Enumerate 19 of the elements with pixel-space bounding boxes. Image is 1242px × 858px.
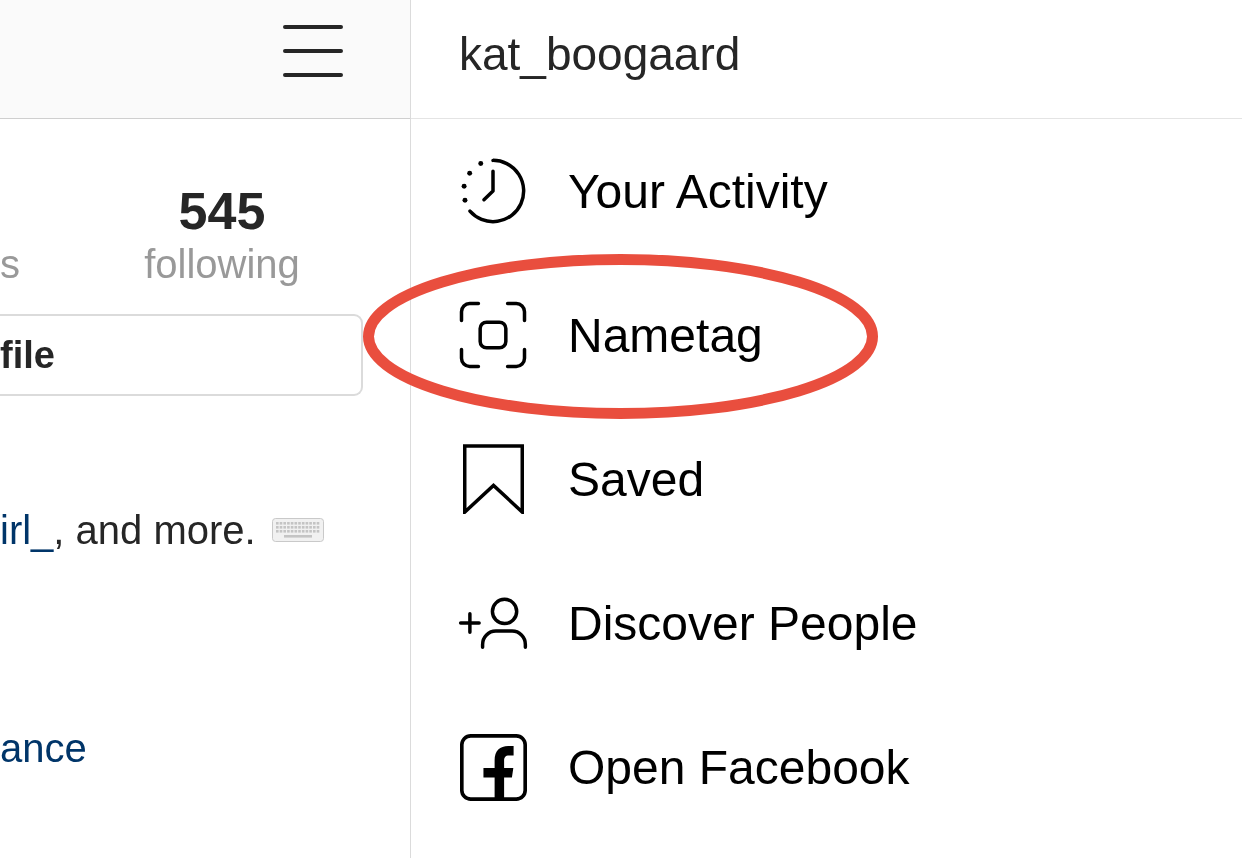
menu-item[interactable]: Your Activity bbox=[411, 119, 1242, 263]
mention-link[interactable]: irl_ bbox=[0, 508, 54, 552]
stat-label: following bbox=[144, 241, 300, 287]
menu-item[interactable]: Open Facebook bbox=[411, 695, 1242, 839]
profile-button[interactable]: file bbox=[0, 314, 363, 396]
menu-item[interactable]: Discover People bbox=[411, 551, 1242, 695]
menu-item[interactable]: Nametag bbox=[411, 263, 1242, 407]
bio-text: irl_, and more. bbox=[0, 506, 324, 554]
menu-item[interactable]: Saved bbox=[411, 407, 1242, 551]
stat-label: s bbox=[0, 241, 20, 287]
scan-frame-icon bbox=[458, 300, 528, 370]
username-title: kat_boogaard bbox=[459, 27, 741, 81]
stat-count: 545 bbox=[178, 181, 266, 241]
add-person-icon bbox=[458, 597, 528, 649]
menu-icon[interactable] bbox=[283, 25, 343, 77]
keyboard-icon bbox=[271, 518, 324, 542]
bookmark-icon bbox=[462, 444, 524, 514]
facebook-logo-icon bbox=[459, 733, 527, 801]
website-link[interactable]: ance bbox=[0, 724, 87, 772]
